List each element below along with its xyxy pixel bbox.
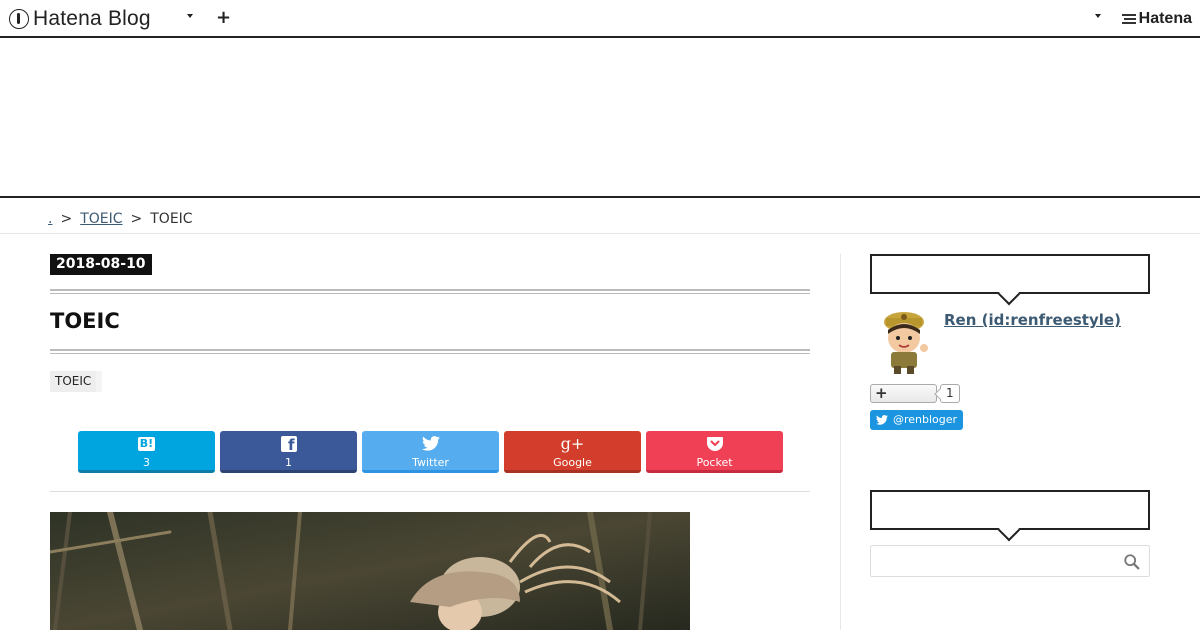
title-bottom-rule bbox=[50, 349, 810, 354]
hatena-bookmark-share-button[interactable]: B! 3 bbox=[78, 431, 215, 473]
breadcrumb-category-link[interactable]: TOEIC bbox=[80, 211, 122, 227]
facebook-share-button[interactable]: f 1 bbox=[220, 431, 357, 473]
share-divider bbox=[50, 491, 810, 492]
google-plus-icon: g+ bbox=[560, 434, 585, 453]
breadcrumb-home-link[interactable]: . bbox=[48, 211, 52, 227]
pocket-share-button[interactable]: Pocket bbox=[646, 431, 783, 473]
breadcrumb-separator: > bbox=[130, 211, 143, 227]
search-input[interactable] bbox=[870, 545, 1150, 577]
breadcrumb-separator: > bbox=[60, 211, 73, 227]
entry-date[interactable]: 2018-08-10 bbox=[50, 254, 152, 275]
entry-category-tag[interactable]: TOEIC bbox=[50, 371, 103, 392]
pocket-share-label: Pocket bbox=[696, 456, 733, 469]
facebook-icon: f bbox=[280, 434, 297, 454]
heading-notch bbox=[997, 282, 1021, 306]
twitter-share-button[interactable]: Twitter bbox=[362, 431, 499, 473]
twitter-share-label: Twitter bbox=[412, 456, 449, 469]
account-menu-chevron-icon[interactable] bbox=[1095, 14, 1101, 18]
entry-photo bbox=[50, 512, 690, 630]
column-divider bbox=[840, 254, 841, 630]
hatena-mark-icon bbox=[1121, 13, 1136, 25]
search-module-heading bbox=[870, 490, 1150, 542]
logo-text: Hatena Blog bbox=[33, 7, 151, 30]
google-plus-share-button[interactable]: g+ Google bbox=[504, 431, 641, 473]
add-icon[interactable]: + bbox=[216, 7, 231, 29]
pocket-icon bbox=[706, 434, 723, 453]
twitter-handle: @renbloger bbox=[893, 413, 958, 426]
doll-photo-image bbox=[50, 512, 690, 630]
hatena-logo-icon bbox=[9, 9, 29, 29]
breadcrumb-divider bbox=[0, 233, 1200, 234]
hatena-bookmark-icon: B! bbox=[137, 436, 156, 451]
breadcrumb: . > TOEIC > TOEIC bbox=[48, 211, 193, 227]
profile-name-link[interactable]: Ren (id:renfreestyle) bbox=[944, 311, 1121, 329]
global-header: Hatena Blog + Hatena bbox=[0, 0, 1200, 38]
hatena-blog-logo[interactable]: Hatena Blog bbox=[9, 7, 151, 31]
hatena-brand-text: Hatena bbox=[1138, 10, 1192, 27]
twitter-follow-button[interactable]: @renbloger bbox=[870, 410, 964, 430]
twitter-bird-icon bbox=[421, 434, 440, 453]
breadcrumb-current: TOEIC bbox=[150, 211, 193, 227]
google-share-label: Google bbox=[553, 456, 592, 469]
title-top-rule bbox=[50, 289, 810, 294]
entry-title[interactable]: TOEIC bbox=[50, 309, 120, 333]
plus-icon: + bbox=[875, 384, 888, 402]
facebook-share-count: 1 bbox=[285, 456, 292, 469]
avatar[interactable] bbox=[876, 308, 932, 374]
hatena-bookmark-count: 3 bbox=[143, 456, 150, 469]
follower-count: 1 bbox=[940, 384, 960, 403]
twitter-bird-icon bbox=[876, 415, 888, 425]
chevron-down-icon[interactable] bbox=[187, 14, 193, 18]
profile-module-heading bbox=[870, 254, 1150, 306]
hatena-brand-link[interactable]: Hatena bbox=[1121, 10, 1192, 28]
share-buttons: B! 3 f 1 Twitter g+ Google Pocket bbox=[78, 431, 783, 473]
search-icon[interactable] bbox=[1123, 553, 1141, 571]
follow-button[interactable]: + bbox=[870, 384, 937, 403]
heading-notch bbox=[997, 518, 1021, 542]
header-ad-area bbox=[0, 40, 1200, 198]
